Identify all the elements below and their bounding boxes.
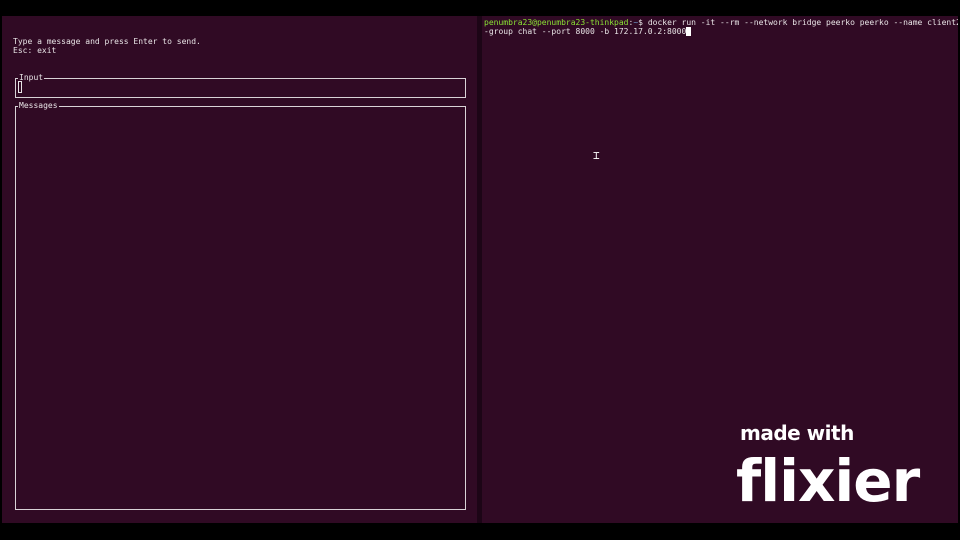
command-text-part-2: -group chat --port 8000 -b 172.17.0.2:80… (484, 27, 687, 36)
watermark-brand-logo: flixier (736, 447, 920, 515)
messages-box-title: Messages (18, 101, 59, 111)
message-input-box[interactable]: Input (15, 73, 466, 98)
input-cursor (18, 81, 22, 93)
help-text-exit: Esc: exit (13, 46, 57, 55)
command-line-1: penumbra23@penumbra23-thinkpad:~$ docker… (484, 18, 958, 27)
terminal-cursor (686, 27, 692, 36)
command-line-2: -group chat --port 8000 -b 172.17.0.2:80… (484, 27, 692, 36)
messages-box: Messages (15, 101, 466, 510)
prompt-user: penumbra23@penumbra23-thinkpad (484, 18, 629, 27)
command-text-part-1: docker run -it --rm --network bridge pee… (647, 18, 958, 27)
ibeam-cursor-icon: ⌶ (593, 149, 600, 162)
chat-terminal-pane[interactable]: Type a message and press Enter to send. … (2, 16, 477, 523)
prompt-symbol: $ (638, 18, 643, 27)
help-text-send: Type a message and press Enter to send. (13, 37, 201, 46)
screen: Type a message and press Enter to send. … (0, 0, 960, 540)
